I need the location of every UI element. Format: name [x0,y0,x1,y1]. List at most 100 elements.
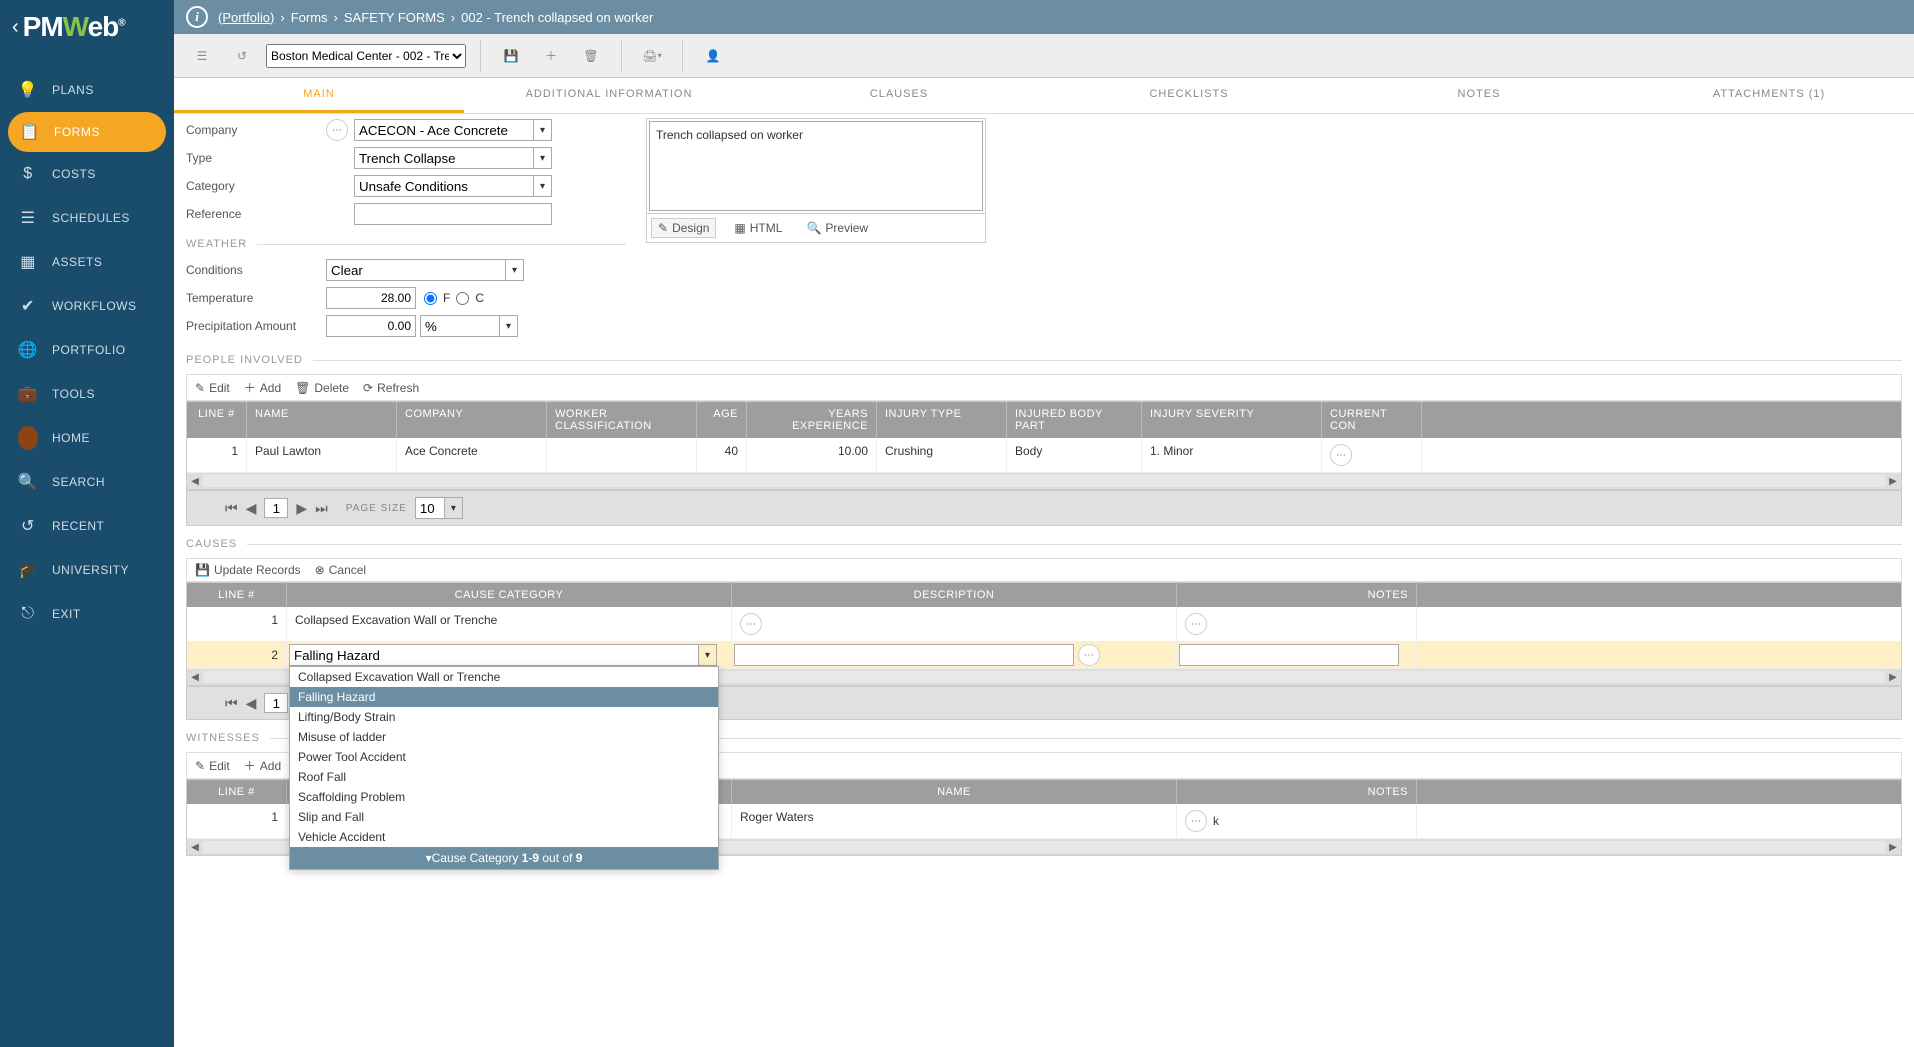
col-notes[interactable]: NOTES [1177,780,1417,804]
col-company[interactable]: COMPANY [397,402,547,438]
page-size-input[interactable] [415,497,445,519]
last-page-icon[interactable]: ⏭ [315,500,328,517]
desc-edit-button[interactable]: ⋯ [740,613,762,635]
col-age[interactable]: AGE [697,402,747,438]
nav-exit[interactable]: ⎋EXIT [0,592,174,636]
reference-field[interactable] [354,203,552,225]
col-line[interactable]: LINE # [187,780,287,804]
nav-tools[interactable]: 💼TOOLS [0,372,174,416]
editor-preview-tab[interactable]: 🔍Preview [800,218,874,238]
temp-f-radio[interactable] [424,292,437,305]
dropdown-icon[interactable]: ▾ [699,644,717,666]
dropdown-option[interactable]: Falling Hazard [290,687,718,707]
dropdown-option[interactable]: Vehicle Accident [290,827,718,847]
dropdown-icon[interactable]: ▾ [506,259,524,281]
tab-additional[interactable]: ADDITIONAL INFORMATION [464,78,754,113]
col-name[interactable]: NAME [247,402,397,438]
people-delete-button[interactable]: 🗑Delete [295,379,349,396]
dropdown-icon[interactable]: ▾ [500,315,518,337]
nav-assets[interactable]: ▦ASSETS [0,240,174,284]
dropdown-icon[interactable]: ▾ [534,175,552,197]
cause-desc-input[interactable] [734,644,1074,666]
scroll-left-icon[interactable]: ◀ [187,842,203,853]
causes-row[interactable]: 1 Collapsed Excavation Wall or Trenche ⋯… [187,607,1901,642]
col-desc[interactable]: DESCRIPTION [732,583,1177,607]
precip-field[interactable] [326,315,416,337]
cause-category-input[interactable] [289,644,699,666]
description-text[interactable]: Trench collapsed on worker [649,121,983,211]
dropdown-option[interactable]: Slip and Fall [290,807,718,827]
tab-clauses[interactable]: CLAUSES [754,78,1044,113]
people-add-button[interactable]: ＋Add [244,379,281,396]
scroll-left-icon[interactable]: ◀ [187,672,203,683]
nav-search[interactable]: 🔍SEARCH [0,460,174,504]
nav-schedules[interactable]: ☰SCHEDULES [0,196,174,240]
tab-checklists[interactable]: CHECKLISTS [1044,78,1334,113]
nav-home[interactable]: HOME [0,416,174,460]
dropdown-option[interactable]: Lifting/Body Strain [290,707,718,727]
col-name[interactable]: NAME [732,780,1177,804]
breadcrumb-safety[interactable]: SAFETY FORMS [344,10,445,25]
col-line[interactable]: LINE # [187,402,247,438]
people-row[interactable]: 1 Paul Lawton Ace Concrete 40 10.00 Crus… [187,438,1901,473]
notes-edit-button[interactable]: ⋯ [1185,613,1207,635]
dropdown-option[interactable]: Roof Fall [290,767,718,787]
desc-edit-button[interactable]: ⋯ [1078,644,1100,666]
editor-html-tab[interactable]: ▦HTML [728,218,788,238]
company-field[interactable] [354,119,534,141]
nav-workflows[interactable]: ✔WORKFLOWS [0,284,174,328]
conditions-field[interactable] [326,259,506,281]
tab-main[interactable]: MAIN [174,78,464,113]
dropdown-option[interactable]: Scaffolding Problem [290,787,718,807]
row-options-button[interactable]: ⋯ [1330,444,1352,466]
tab-attachments[interactable]: ATTACHMENTS (1) [1624,78,1914,113]
nav-costs[interactable]: $COSTS [0,152,174,196]
first-page-icon[interactable]: ⏮ [225,695,238,712]
dropdown-icon[interactable]: ▾ [534,147,552,169]
info-icon[interactable]: i [186,6,208,28]
add-icon[interactable]: ＋ [535,40,567,72]
col-inj[interactable]: INJURY TYPE [877,402,1007,438]
save-icon[interactable]: 💾 [495,40,527,72]
col-notes[interactable]: NOTES [1177,583,1417,607]
history-icon[interactable]: ↺ [226,40,258,72]
people-edit-button[interactable]: ✎Edit [195,379,230,396]
precip-unit-field[interactable] [420,315,500,337]
print-icon[interactable]: 🖨▾ [636,40,668,72]
scroll-right-icon[interactable]: ▶ [1885,672,1901,683]
page-input[interactable] [264,498,288,518]
scroll-right-icon[interactable]: ▶ [1885,476,1901,487]
temp-c-radio[interactable] [456,292,469,305]
col-wc[interactable]: WORKER CLASSIFICATION [547,402,697,438]
prev-page-icon[interactable]: ◀ [246,695,257,712]
breadcrumb-portfolio[interactable]: (Portfolio) [218,10,274,25]
next-page-icon[interactable]: ▶ [296,500,307,517]
col-cur[interactable]: CURRENT CON [1322,402,1422,438]
notes-edit-button[interactable]: ⋯ [1185,810,1207,832]
witnesses-edit-button[interactable]: ✎Edit [195,757,230,774]
scroll-right-icon[interactable]: ▶ [1885,842,1901,853]
dropdown-option[interactable]: Collapsed Excavation Wall or Trenche [290,667,718,687]
cause-notes-input[interactable] [1179,644,1399,666]
witnesses-add-button[interactable]: ＋Add [244,757,281,774]
nav-plans[interactable]: 💡PLANS [0,68,174,112]
nav-recent[interactable]: ↺RECENT [0,504,174,548]
first-page-icon[interactable]: ⏮ [225,500,238,517]
scroll-track[interactable] [203,475,1885,487]
dropdown-icon[interactable]: ▾ [534,119,552,141]
tab-notes[interactable]: NOTES [1334,78,1624,113]
causes-row-editing[interactable]: 2 ▾ Collapsed Excavation Wall or Trenche… [187,642,1901,669]
logo[interactable]: ‹ PMWeb® [0,0,174,54]
user-icon[interactable]: 👤 [697,40,729,72]
nav-forms[interactable]: 📋FORMS [8,112,166,152]
dropdown-icon[interactable]: ▾ [445,497,463,519]
category-field[interactable] [354,175,534,197]
company-lookup-button[interactable]: ⋯ [326,119,348,141]
editor-design-tab[interactable]: ✎Design [651,218,716,238]
record-selector[interactable]: Boston Medical Center - 002 - Trenc [266,44,466,68]
dropdown-option[interactable]: Power Tool Accident [290,747,718,767]
prev-page-icon[interactable]: ◀ [246,500,257,517]
people-refresh-button[interactable]: ⟳Refresh [363,379,419,396]
temperature-field[interactable] [326,287,416,309]
back-chevron-icon[interactable]: ‹ [12,16,19,39]
